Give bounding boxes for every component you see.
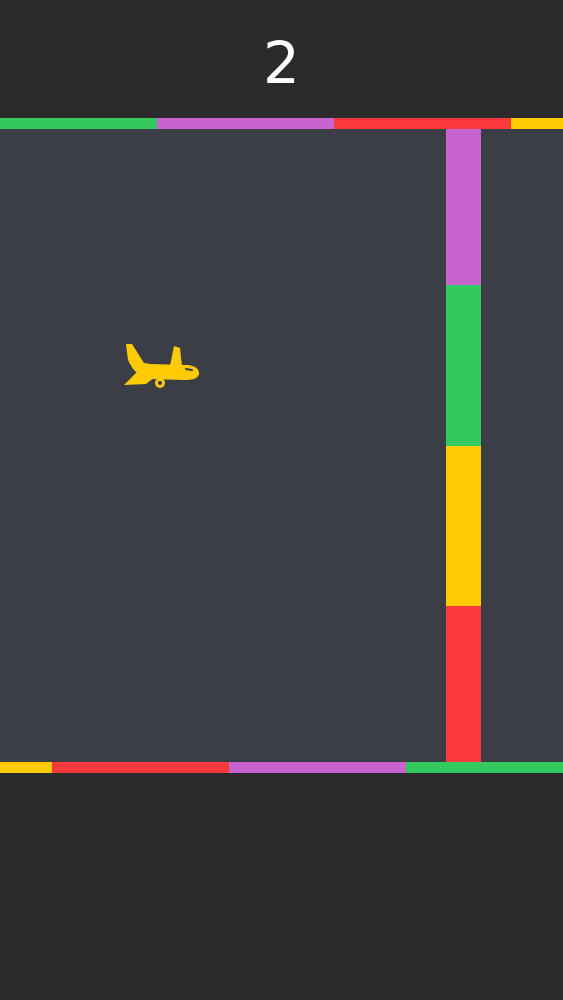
- bottom-wall: [0, 762, 563, 773]
- pillar-segment-red: [446, 606, 481, 762]
- pillar-segment-purple: [446, 129, 481, 285]
- airplane-icon: [120, 340, 202, 392]
- bottom-wall-segment-purple: [229, 762, 406, 773]
- bottom-wall-segment-red: [52, 762, 229, 773]
- top-wall-segment-yellow: [511, 118, 563, 129]
- game-screen[interactable]: 2: [0, 0, 563, 1000]
- score-display: 2: [263, 29, 300, 97]
- bottom-wall-segment-green: [406, 762, 563, 773]
- pillar-segment-green: [446, 285, 481, 446]
- bottom-wall-segment-yellow: [0, 762, 52, 773]
- top-wall-segment-purple: [157, 118, 334, 129]
- pillar-segment-yellow: [446, 446, 481, 606]
- obstacle-pillar: [446, 129, 481, 762]
- top-wall-segment-red: [334, 118, 511, 129]
- top-wall: [0, 118, 563, 129]
- top-wall-segment-green: [0, 118, 157, 129]
